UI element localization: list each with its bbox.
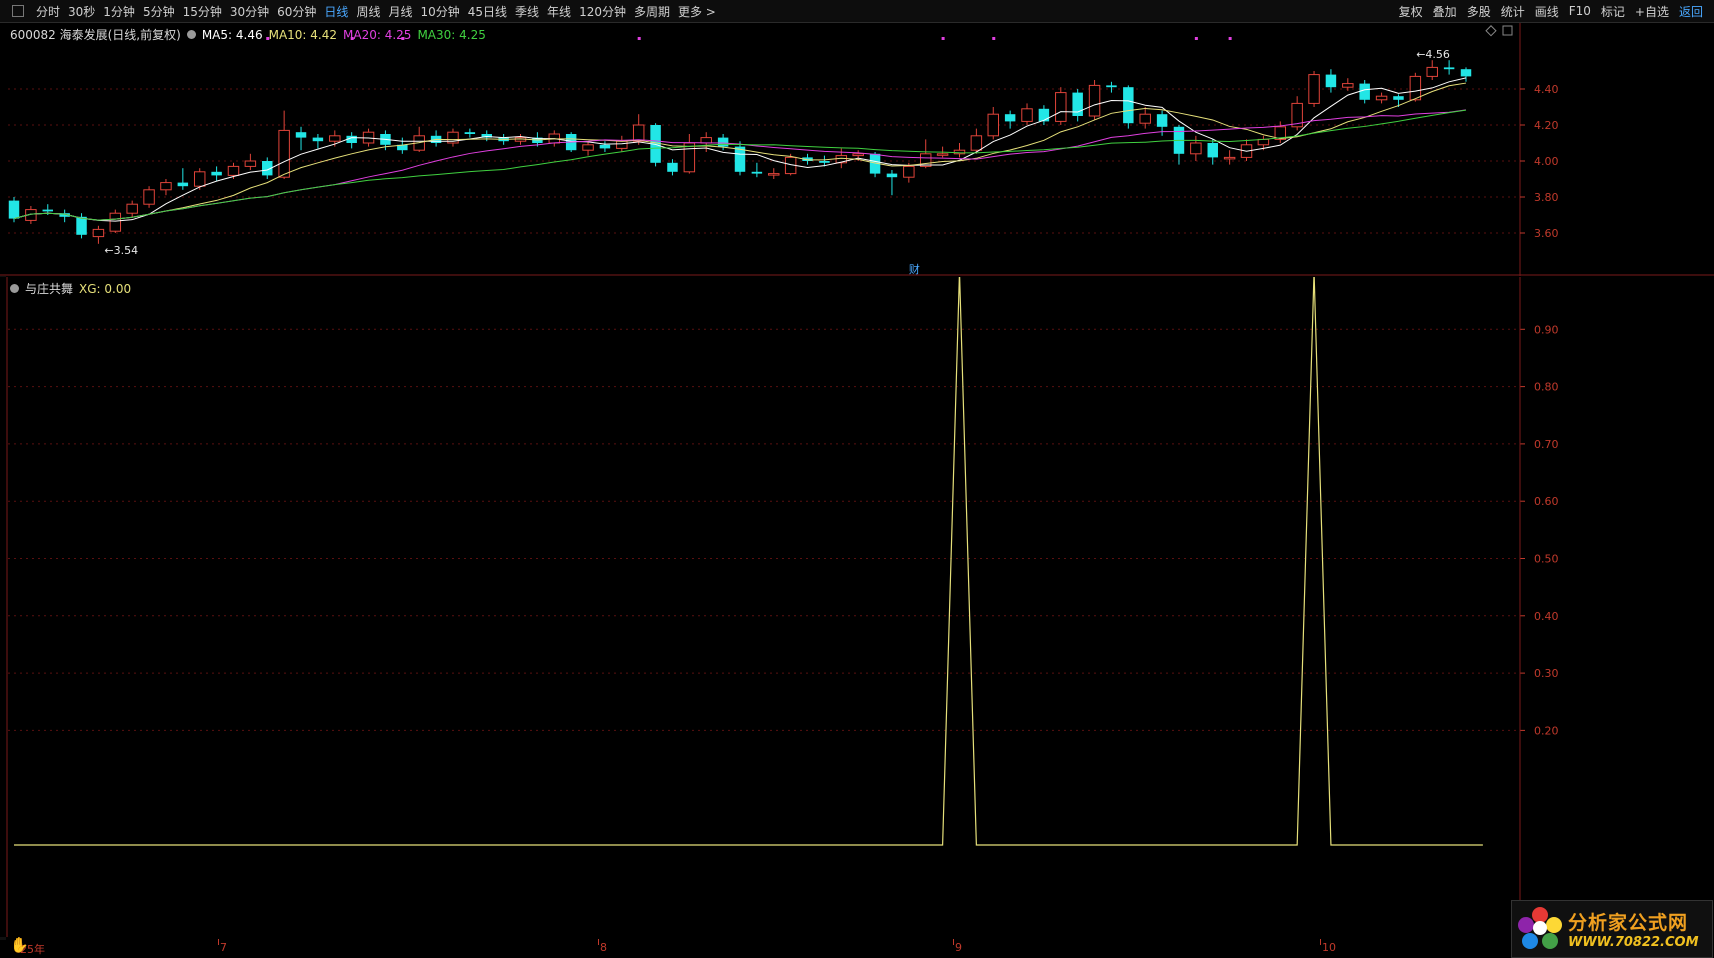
event-dot: [1194, 37, 1198, 40]
toolbar-tools: 复权 叠加 多股 统计 画线 F10 标记 +自选 返回: [1394, 0, 1708, 22]
low-price-marker: ←3.54: [104, 244, 138, 257]
tool-button-3[interactable]: 统计: [1496, 3, 1530, 20]
candle: [143, 186, 155, 208]
tool-button-5[interactable]: F10: [1564, 4, 1596, 18]
indicator-panel[interactable]: 1.00 0.90 0.80 0.70 0.60 0.50 0.40 0.30 0.20 与庄共…: [0, 277, 1714, 937]
candle: [1055, 87, 1067, 125]
period-tab-5[interactable]: 30分钟: [226, 3, 273, 20]
period-tab-8[interactable]: 周线: [352, 3, 384, 20]
indicator-tick-2: 0.80: [1534, 381, 1559, 394]
site-logo: 分析家公式网 WWW.70822.COM: [1511, 900, 1713, 958]
candle: [1308, 71, 1320, 107]
panel-toggle-icon[interactable]: [12, 5, 24, 17]
period-tab-13[interactable]: 年线: [543, 3, 575, 20]
indicator-xg-value: XG: 0.00: [79, 281, 132, 296]
event-dot: [637, 37, 641, 40]
tool-button-0[interactable]: 复权: [1394, 3, 1428, 20]
period-tabs: 分时 30秒 1分钟 5分钟 15分钟 30分钟 60分钟 日线 周线 月线 10分钟 45日线 季线年…: [32, 3, 720, 20]
x-axis-label-4: 10: [1322, 941, 1336, 954]
indicator-tick-8: 0.20: [1534, 724, 1559, 737]
x-axis-tick: [1320, 939, 1321, 945]
period-tab-12[interactable]: 季线: [511, 3, 543, 20]
indicator-settings-icon[interactable]: [10, 284, 19, 293]
price-tick-1: 4.20: [1534, 119, 1559, 132]
indicator-tick-6: 0.40: [1534, 610, 1559, 623]
indicator-tick-1: 0.90: [1534, 323, 1559, 336]
ma10-label: MA10: 4.42: [268, 27, 338, 42]
x-axis-label-1: 7: [220, 941, 227, 954]
period-tab-2[interactable]: 1分钟: [99, 3, 139, 20]
period-tab-3[interactable]: 5分钟: [139, 3, 179, 20]
ma20-label: MA20: 4.25: [343, 27, 412, 42]
logo-url: WWW.70822.COM: [1568, 935, 1699, 950]
tool-button-4[interactable]: 画线: [1530, 3, 1564, 20]
indicator-name: 与庄共舞: [25, 282, 74, 296]
period-tab-10[interactable]: 10分钟: [416, 3, 463, 20]
price-info-row: 600082 海泰发展(日线,前复权) MA5: 4.46 MA10: 4.42…: [10, 26, 486, 43]
high-price-marker: ←4.56: [1416, 48, 1450, 61]
period-tab-11[interactable]: 45日线: [464, 3, 511, 20]
indicator-tick-5: 0.50: [1534, 553, 1559, 566]
x-axis-tick: [953, 939, 954, 945]
price-tick-0: 4.40: [1534, 83, 1559, 96]
indicator-tick-4: 0.60: [1534, 495, 1559, 508]
ma5-label: MA5: 4.46: [201, 27, 263, 42]
tool-button-7[interactable]: +自选: [1630, 3, 1674, 20]
period-tab-9[interactable]: 月线: [384, 3, 416, 20]
settings-circle-icon[interactable]: [186, 30, 196, 39]
event-dot: [992, 37, 996, 40]
period-tab-7[interactable]: 日线: [320, 3, 352, 20]
x-axis-tick: [218, 939, 219, 945]
period-toolbar: 分时 30秒 1分钟 5分钟 15分钟 30分钟 60分钟 日线 周线 月线 10分钟 45日线 季线年…: [0, 0, 1714, 23]
price-tick-4: 3.60: [1534, 227, 1559, 240]
indicator-chart[interactable]: 1.00 0.90 0.80 0.70 0.60 0.50 0.40 0.30 0.20: [0, 277, 1714, 937]
candle: [869, 152, 881, 178]
period-tab-14[interactable]: 120分钟: [575, 3, 630, 20]
period-tab-16[interactable]: 更多 >: [674, 3, 720, 20]
price-tick-3: 3.80: [1534, 191, 1559, 204]
finance-marker: 财: [909, 262, 920, 276]
stock-title: 600082 海泰发展(日线,前复权): [10, 28, 181, 42]
tool-button-2[interactable]: 多股: [1462, 3, 1496, 20]
event-dot: [941, 37, 945, 40]
period-tab-1[interactable]: 30秒: [64, 3, 99, 20]
price-tick-2: 4.00: [1534, 155, 1559, 168]
price-chart[interactable]: 4.40 4.20 4.00 3.80 3.60 ←3.54 ←4.56 财: [0, 23, 1714, 276]
hand-cursor-icon: ✋: [10, 936, 29, 954]
price-panel[interactable]: 4.40 4.20 4.00 3.80 3.60 ←3.54 ←4.56 财 600082 海…: [0, 23, 1714, 276]
candle: [1123, 85, 1134, 129]
ma30-label: MA30: 4.25: [417, 27, 486, 42]
indicator-tick-0: 1.00: [1534, 277, 1559, 279]
period-tab-4[interactable]: 15分钟: [179, 3, 226, 20]
x-axis-label-3: 9: [955, 941, 962, 954]
period-tab-6[interactable]: 60分钟: [273, 3, 320, 20]
flower-logo-icon: [1518, 907, 1562, 951]
period-tab-0[interactable]: 分时: [32, 3, 64, 20]
period-tab-15[interactable]: 多周期: [630, 3, 674, 20]
x-axis-label-2: 8: [600, 941, 607, 954]
indicator-tick-7: 0.30: [1534, 667, 1559, 680]
tool-button-1[interactable]: 叠加: [1428, 3, 1462, 20]
x-axis-tick: [598, 939, 599, 945]
indicator-tick-3: 0.70: [1534, 438, 1559, 451]
tool-button-8[interactable]: 返回: [1674, 3, 1708, 20]
tool-button-6[interactable]: 标记: [1596, 3, 1630, 20]
indicator-info-row: 与庄共舞 XG: 0.00: [10, 280, 131, 297]
candle: [1088, 80, 1101, 120]
date-axis: [0, 940, 1714, 957]
event-dot: [1228, 37, 1232, 40]
logo-title: 分析家公式网: [1568, 912, 1689, 934]
